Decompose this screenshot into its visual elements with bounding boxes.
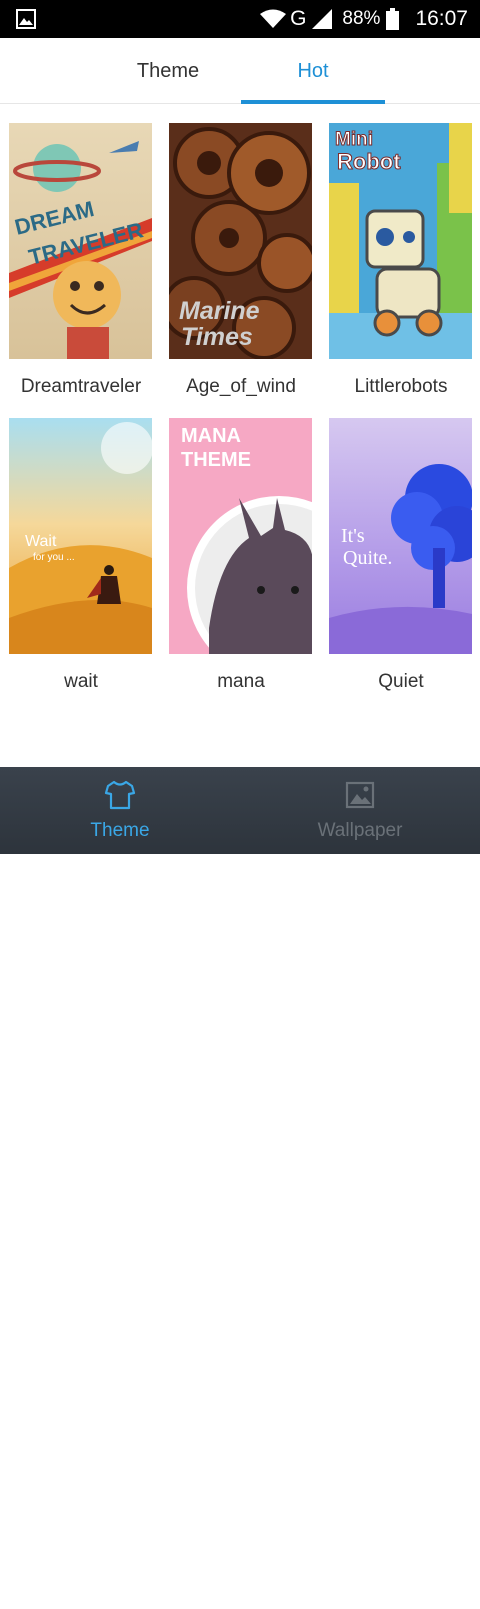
wifi-icon bbox=[260, 9, 287, 28]
tab-hot[interactable]: Hot bbox=[241, 38, 385, 104]
theme-card-mana[interactable]: MANA THEME mana bbox=[169, 418, 312, 693]
tshirt-icon bbox=[104, 780, 136, 810]
theme-name: Littlerobots bbox=[354, 376, 448, 397]
artwork-text: Times bbox=[181, 323, 253, 351]
artwork-text: THEME bbox=[181, 449, 251, 471]
theme-card-littlerobots[interactable]: Mini Robot Littlerobots bbox=[329, 123, 472, 398]
nav-wallpaper[interactable]: Wallpaper bbox=[240, 767, 480, 854]
theme-card-wait[interactable]: Wait for you ... wait bbox=[9, 418, 152, 693]
artwork-text: MANA bbox=[181, 425, 241, 447]
theme-thumbnail-age-of-wind[interactable]: Marine Times bbox=[169, 123, 312, 359]
watermark: MYSKU bbox=[358, 1585, 439, 1608]
image-notification-icon bbox=[16, 9, 36, 29]
theme-card-age-of-wind[interactable]: Marine Times Age_of_wind bbox=[169, 123, 312, 398]
battery-icon bbox=[386, 8, 400, 30]
theme-name: Dreamtraveler bbox=[20, 376, 142, 397]
theme-thumbnail-quiet[interactable]: It's Quite. bbox=[329, 418, 472, 654]
artwork-text: Wait bbox=[25, 533, 57, 550]
theme-thumbnail-littlerobots[interactable]: Mini Robot bbox=[329, 123, 472, 359]
theme-name: mana bbox=[217, 671, 265, 692]
active-tab-indicator bbox=[241, 100, 385, 104]
bottom-navigation: Theme Wallpaper MYSKU .ru bbox=[0, 767, 480, 1608]
artwork-text: It's bbox=[341, 525, 365, 547]
network-type: G bbox=[290, 7, 307, 30]
artwork-text: Mini bbox=[335, 129, 373, 150]
battery-percentage: 88% bbox=[342, 8, 381, 29]
artwork-text: Quite. bbox=[343, 547, 392, 569]
nav-theme-label: Theme bbox=[90, 820, 150, 841]
tab-theme[interactable]: Theme bbox=[96, 38, 240, 104]
theme-card-dreamtraveler[interactable]: DREAM TRAVELER Dreamtraveler bbox=[9, 123, 152, 398]
theme-name: Quiet bbox=[378, 671, 424, 692]
theme-name: Age_of_wind bbox=[186, 376, 296, 397]
artwork-text: Robot bbox=[337, 149, 401, 174]
theme-card-quiet[interactable]: It's Quite. Quiet bbox=[329, 418, 472, 693]
artwork-text: for you ... bbox=[33, 552, 75, 563]
artwork-text: Marine bbox=[179, 297, 260, 325]
clock: 16:07 bbox=[415, 7, 468, 30]
picture-icon bbox=[345, 781, 375, 809]
nav-theme[interactable]: Theme bbox=[0, 767, 240, 854]
watermark-suffix: .ru bbox=[451, 1581, 466, 1593]
signal-icon bbox=[312, 9, 333, 29]
theme-thumbnail-dreamtraveler[interactable]: DREAM TRAVELER bbox=[9, 123, 152, 359]
theme-thumbnail-mana[interactable]: MANA THEME bbox=[169, 418, 312, 654]
status-bar: G 88% 16:07 bbox=[0, 0, 480, 38]
theme-name: wait bbox=[64, 671, 98, 692]
theme-thumbnail-wait[interactable]: Wait for you ... bbox=[9, 418, 152, 654]
tab-bar: Theme Hot bbox=[0, 38, 480, 104]
nav-wallpaper-label: Wallpaper bbox=[317, 820, 403, 841]
